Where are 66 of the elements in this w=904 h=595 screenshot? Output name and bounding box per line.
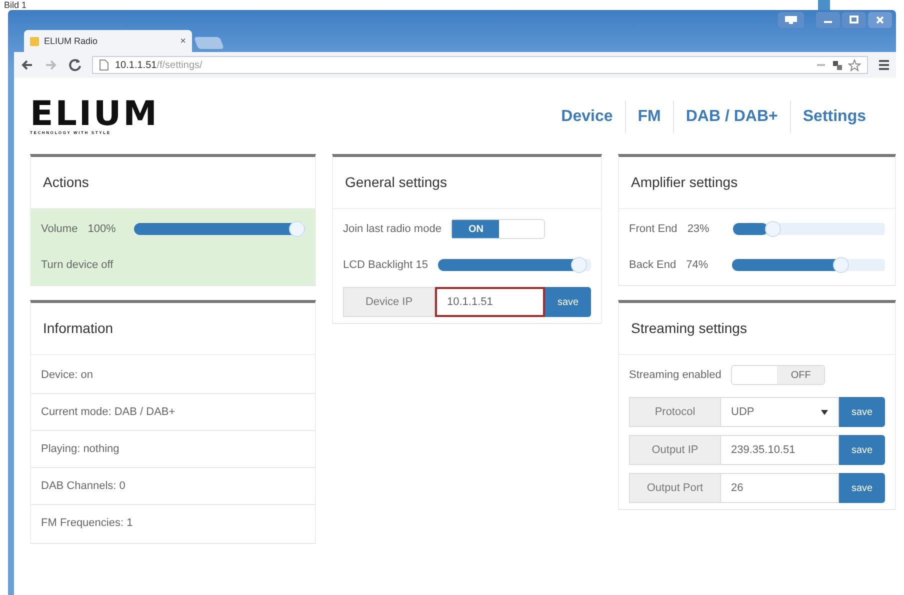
slider-value: 23% bbox=[687, 223, 710, 235]
toggle-switch[interactable]: OFF bbox=[731, 365, 826, 385]
save-button[interactable]: save bbox=[839, 397, 885, 427]
menu-icon[interactable] bbox=[878, 59, 890, 71]
page-icon bbox=[99, 59, 109, 71]
slider-value: 100% bbox=[88, 223, 117, 235]
save-button[interactable]: save bbox=[545, 287, 591, 317]
screen-button[interactable] bbox=[778, 12, 804, 28]
tab-title: ELIUM Radio bbox=[44, 36, 99, 46]
caption: Bild 1 bbox=[4, 0, 27, 10]
slider-thumb[interactable] bbox=[570, 257, 587, 273]
minimize-button[interactable] bbox=[816, 12, 840, 28]
slider-thumb[interactable] bbox=[289, 221, 305, 237]
browser-tab[interactable]: ELIUM Radio × bbox=[24, 30, 192, 52]
tab-close-button[interactable]: × bbox=[180, 36, 186, 46]
toggle-label: Join last radio mode bbox=[343, 223, 442, 235]
close-button[interactable] bbox=[868, 12, 892, 28]
turn-off-link[interactable]: Turn device off bbox=[41, 259, 114, 271]
input-field[interactable]: 10.1.1.51 bbox=[435, 287, 545, 317]
slider-value: 74% bbox=[686, 259, 710, 271]
panel-title: Amplifier settings bbox=[619, 157, 895, 209]
slider-track[interactable] bbox=[438, 257, 591, 273]
toggle-label: Streaming enabled bbox=[629, 369, 722, 381]
maximize-button[interactable] bbox=[842, 12, 866, 28]
address-bar[interactable]: 10.1.1.51/f/settings/ bbox=[92, 56, 868, 74]
slider-label: Front End bbox=[629, 223, 678, 235]
nav-link[interactable]: DAB / DAB+ bbox=[674, 103, 790, 131]
star-icon[interactable] bbox=[848, 58, 861, 72]
field-label: Output IP bbox=[629, 435, 721, 465]
info-text: Playing: nothing bbox=[41, 443, 120, 455]
back-icon[interactable] bbox=[20, 58, 34, 72]
input-field[interactable]: 26 bbox=[721, 473, 839, 503]
save-button[interactable]: save bbox=[839, 435, 885, 465]
reload-icon[interactable] bbox=[68, 58, 82, 72]
nav-link[interactable]: FM bbox=[626, 103, 673, 131]
slider-thumb[interactable] bbox=[833, 257, 850, 273]
select-field[interactable]: UDP bbox=[721, 397, 839, 427]
maximize-icon bbox=[849, 15, 859, 25]
info-text: Device: on bbox=[41, 369, 93, 381]
field-label: Protocol bbox=[629, 397, 721, 427]
monitor-icon bbox=[784, 15, 798, 25]
slider-label: LCD Backlight 15 bbox=[343, 259, 428, 271]
info-text: Current mode: DAB / DAB+ bbox=[41, 406, 176, 418]
panel-title: Streaming settings bbox=[619, 303, 895, 355]
panel-title: Information bbox=[31, 303, 315, 355]
input-field[interactable]: 239.35.10.51 bbox=[721, 435, 839, 465]
slider-thumb[interactable] bbox=[764, 221, 781, 237]
save-button[interactable]: save bbox=[839, 473, 885, 503]
logo: ELIUM bbox=[30, 98, 159, 130]
nav-link[interactable]: Device bbox=[549, 103, 625, 131]
panel-title: General settings bbox=[333, 157, 601, 209]
page-icon bbox=[30, 36, 39, 46]
caret-icon bbox=[821, 410, 828, 414]
info-text: FM Frequencies: 1 bbox=[41, 517, 133, 529]
close-icon bbox=[875, 15, 885, 25]
extension-icon[interactable] bbox=[832, 59, 844, 71]
slider-track[interactable] bbox=[732, 257, 885, 273]
field-label: Device IP bbox=[343, 287, 435, 317]
field-label: Output Port bbox=[629, 473, 721, 503]
nav-link[interactable]: Settings bbox=[790, 103, 878, 131]
toggle-switch[interactable]: ON bbox=[451, 219, 546, 239]
slider-label: Volume bbox=[41, 223, 78, 235]
url-text: 10.1.1.51/f/settings/ bbox=[115, 60, 204, 70]
slider-label: Back End bbox=[629, 259, 676, 271]
slider-track[interactable] bbox=[733, 221, 885, 237]
info-text: DAB Channels: 0 bbox=[41, 480, 126, 492]
